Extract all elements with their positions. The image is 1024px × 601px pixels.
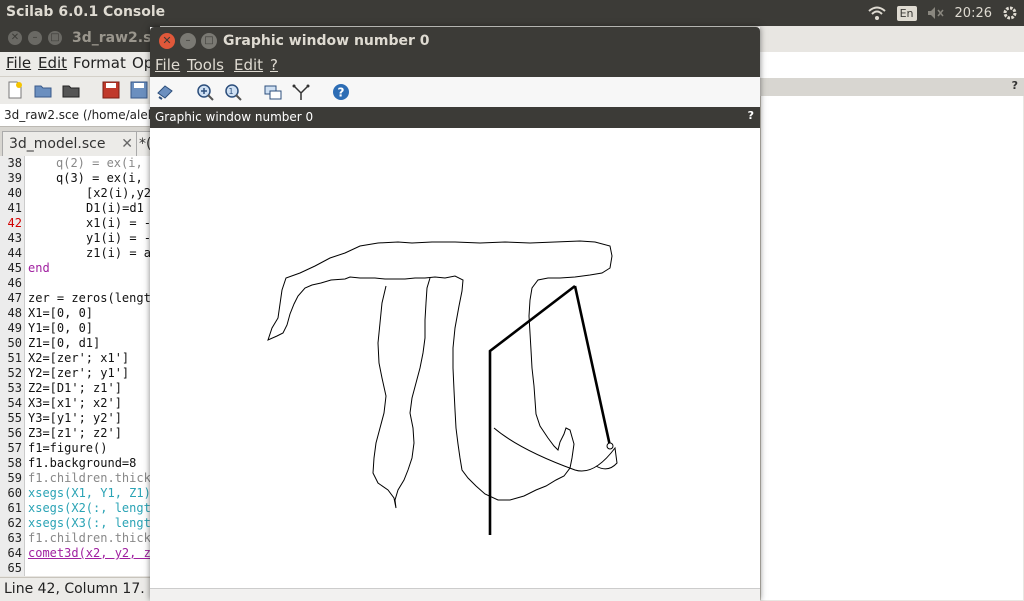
rotate-icon[interactable] (156, 83, 174, 101)
plot-canvas[interactable] (150, 128, 760, 588)
figure-help-button[interactable]: ? (748, 109, 754, 122)
editor-menu-format[interactable]: Format (73, 54, 126, 72)
code-line: 56 Z3=[z1'; z2'] (7, 426, 122, 440)
editor-toolbar (0, 76, 160, 105)
code-line: 50 Z1=[0, d1] (7, 336, 101, 350)
plot-svg (267, 240, 618, 535)
code-line: 45 end (7, 261, 50, 275)
console-help-button[interactable]: ? (1012, 79, 1018, 92)
code-line: 54 X3=[x1'; x2'] (7, 396, 122, 410)
maximize-button[interactable]: □ (201, 33, 217, 49)
pi-trajectory (267, 240, 613, 501)
editor-status-bar: Line 42, Column 17. (0, 577, 156, 601)
code-line: 60 xsegs(X1, Y1, Z1) (7, 486, 151, 500)
code-line: 51 X2=[zer'; x1'] (7, 351, 130, 365)
editor-titlebar: ✕ – □ 3d_raw2.sce (0, 26, 169, 52)
editor-menubar: File Edit Format Op (0, 52, 160, 76)
save-icon[interactable] (102, 81, 120, 99)
open-file-icon[interactable] (34, 81, 52, 99)
console-header: ? (760, 78, 1024, 96)
open-recent-icon[interactable] (62, 81, 80, 99)
code-line: 63 f1.children.thickn (7, 531, 159, 545)
console-output[interactable] (760, 96, 1023, 600)
editor-close-button[interactable]: ✕ (8, 31, 22, 45)
svg-text:1: 1 (229, 87, 234, 96)
graphic-menubar: File Tools Edit ? (150, 55, 760, 77)
code-line: 47 zer = zeros(length (7, 291, 159, 305)
gear-icon[interactable] (1002, 5, 1018, 21)
graphic-toolbar: 1 ? (150, 77, 760, 108)
wifi-icon[interactable] (867, 5, 887, 21)
system-tray: En 20:26 (867, 0, 1024, 26)
code-line: 65 (7, 561, 22, 575)
code-line: 39 q(3) = ex(i, : (7, 171, 158, 185)
new-file-icon[interactable] (6, 81, 24, 99)
code-line: 55 Y3=[y1'; y2'] (7, 411, 122, 425)
app-title: Scilab 6.0.1 Console (6, 4, 166, 20)
tab-3d-model[interactable]: 3d_model.sce ✕ (2, 131, 140, 158)
edit-axes-icon[interactable] (292, 83, 310, 101)
editor-tabbar: 3d_model.sce ✕ *( (0, 126, 166, 158)
datatip-icon[interactable] (264, 83, 282, 101)
graphic-window: ✕ – □ Graphic window number 0 File Tools… (150, 27, 760, 601)
editor-minimize-button[interactable]: – (28, 31, 42, 45)
end-effector-marker (606, 442, 614, 450)
pi-left-leg (372, 277, 431, 509)
pendulum-arc (493, 427, 618, 472)
clock[interactable]: 20:26 (955, 6, 992, 21)
keyboard-layout-indicator[interactable]: En (896, 5, 917, 21)
minimize-button[interactable]: – (180, 33, 196, 49)
menu-edit[interactable]: Edit (234, 56, 263, 74)
arm-link-1 (488, 284, 576, 535)
editor-menu-file[interactable]: File (6, 54, 31, 72)
volume-muted-icon[interactable] (927, 6, 945, 20)
code-line: 58 f1.background=8 (7, 456, 137, 470)
editor-menu-edit[interactable]: Edit (38, 54, 67, 72)
code-line: 48 X1=[0, 0] (7, 306, 94, 320)
editor-maximize-button[interactable]: □ (48, 31, 62, 45)
code-line: 43 y1(i) = -a (7, 231, 159, 245)
code-line: 44 z1(i) = a2 (7, 246, 159, 260)
console-menubar-area (760, 52, 1024, 78)
code-line: 53 Z2=[D1'; z1'] (7, 381, 122, 395)
code-line: 49 Y1=[0, 0] (7, 321, 94, 335)
code-line: 59 f1.children.thickn (7, 471, 159, 485)
menu-tools[interactable]: Tools (187, 56, 224, 74)
code-line-current: 42 x1(i) = -a (7, 216, 159, 230)
zoom-reset-icon[interactable]: 1 (224, 83, 242, 101)
code-line: 64 comet3d(x2, y2, z2 (7, 546, 159, 560)
menu-help[interactable]: ? (270, 56, 278, 74)
menu-file[interactable]: File (155, 56, 180, 74)
arm-link-2 (573, 285, 612, 447)
figure-header: Graphic window number 0 ? (150, 107, 760, 128)
tab-label: 3d_model.sce (9, 136, 106, 152)
code-editor[interactable]: 38 q(2) = ex(i, 39 q(3) = ex(i, : 40 [x2(i)… (0, 156, 160, 576)
svg-text:?: ? (338, 86, 345, 100)
zoom-in-icon[interactable] (196, 83, 214, 101)
code-line: 46 (7, 276, 22, 290)
tab-close-icon[interactable]: ✕ (121, 132, 133, 156)
top-panel: Scilab 6.0.1 Console En 20:26 (0, 0, 1024, 26)
code-line: 40 [x2(i),y2 (7, 186, 152, 200)
graphic-window-titlebar: ✕ – □ Graphic window number 0 (150, 27, 760, 55)
code-line: 62 xsegs(X3(:, length (7, 516, 159, 530)
help-icon[interactable]: ? (332, 83, 350, 101)
code-line: 57 f1=figure() (7, 441, 108, 455)
code-line: 52 Y2=[zer'; y1'] (7, 366, 130, 380)
save-as-icon[interactable] (130, 81, 148, 99)
close-button[interactable]: ✕ (159, 33, 175, 49)
code-line: 41 D1(i)=d1 (7, 201, 144, 215)
graphic-window-title: Graphic window number 0 (223, 33, 430, 49)
graphic-window-statusbar (150, 588, 760, 601)
code-line: 61 xsegs(X2(:, length (7, 501, 159, 515)
editor-file-path: 3d_raw2.sce (/home/aleks (0, 104, 164, 126)
code-line: 38 q(2) = ex(i, (7, 156, 143, 170)
figure-title: Graphic window number 0 (155, 110, 314, 124)
